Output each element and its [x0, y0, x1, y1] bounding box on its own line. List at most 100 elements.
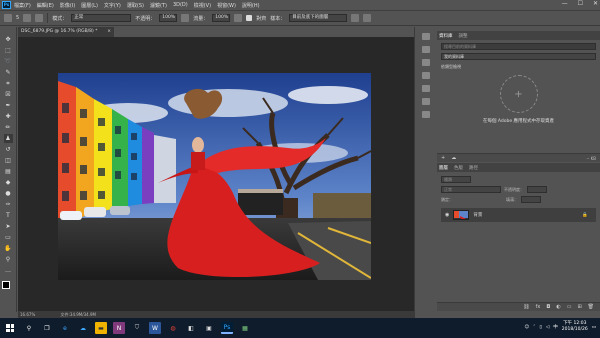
layer-kind-filter[interactable]: 種類: [441, 176, 471, 183]
move-tool-icon[interactable]: ✥: [4, 35, 13, 44]
document-image[interactable]: [58, 73, 371, 280]
brush-tool-icon[interactable]: ✏: [4, 123, 13, 132]
adjustment-layer-icon[interactable]: ◐: [556, 304, 560, 310]
history-brush-tool-icon[interactable]: ↺: [4, 145, 13, 154]
maximize-button[interactable]: ☐: [578, 0, 583, 7]
aligned-checkbox[interactable]: [246, 15, 253, 21]
canvas-area[interactable]: [18, 37, 414, 311]
eyedropper-tool-icon[interactable]: ✒: [4, 101, 13, 110]
healing-brush-tool-icon[interactable]: ✚: [4, 112, 13, 121]
airbrush-icon[interactable]: [234, 14, 243, 22]
ignore-adjustment-icon[interactable]: [351, 14, 360, 22]
dodge-tool-icon[interactable]: ●: [4, 189, 13, 198]
pen-tool-icon[interactable]: ✑: [4, 200, 13, 209]
network-icon[interactable]: ▯: [539, 325, 541, 330]
color-swatches[interactable]: [2, 281, 14, 293]
window-icon[interactable]: ▣: [203, 322, 215, 334]
new-layer-icon[interactable]: ⊞: [577, 304, 581, 310]
new-group-icon[interactable]: ▭: [567, 304, 572, 310]
image-viewer-icon[interactable]: ▦: [239, 322, 251, 334]
app-icon[interactable]: ◧: [185, 322, 197, 334]
library-select[interactable]: 我的資料庫: [441, 53, 596, 60]
zoom-tool-icon[interactable]: ⚲: [4, 255, 13, 264]
layer-opacity-field[interactable]: [527, 186, 547, 193]
lasso-tool-icon[interactable]: ➰: [4, 57, 13, 66]
clone-stamp-tool-icon[interactable]: ♟: [3, 134, 13, 143]
clone-source-icon[interactable]: [35, 14, 44, 22]
brush-size[interactable]: 5: [16, 15, 19, 21]
flow-field[interactable]: 100%: [212, 14, 231, 22]
link-layers-icon[interactable]: ⛓: [523, 304, 529, 310]
minimize-button[interactable]: —: [562, 0, 568, 7]
eraser-tool-icon[interactable]: ◫: [4, 156, 13, 165]
layer-row-background[interactable]: ◉ 背景 🔒: [441, 208, 596, 222]
menu-type[interactable]: 文字(Y): [104, 2, 121, 9]
menu-filter[interactable]: 濾鏡(T): [150, 2, 167, 9]
menu-file[interactable]: 檔案(F): [14, 2, 31, 9]
gradient-tool-icon[interactable]: ▤: [4, 167, 13, 176]
onedrive-icon[interactable]: ☁: [77, 322, 89, 334]
word-icon[interactable]: W: [149, 322, 161, 334]
menu-select[interactable]: 選取(S): [127, 2, 144, 9]
library-search-input[interactable]: 搜尋目前的資料庫: [441, 43, 596, 50]
tab-paths[interactable]: 路徑: [469, 165, 478, 171]
photoshop-taskbar-icon[interactable]: Ps: [221, 322, 233, 334]
clone-stamp-preset-icon[interactable]: [4, 14, 12, 22]
close-document-icon[interactable]: ×: [107, 27, 111, 37]
zoom-level[interactable]: 16.67%: [20, 312, 35, 317]
history-panel-icon[interactable]: [421, 33, 430, 40]
properties-panel-icon[interactable]: [421, 46, 430, 53]
menu-layer[interactable]: 圖層(L): [81, 2, 98, 9]
rectangle-tool-icon[interactable]: ▭: [4, 233, 13, 242]
add-asset-icon[interactable]: +: [499, 75, 538, 113]
volume-icon[interactable]: ◁: [546, 325, 549, 330]
blend-mode-select[interactable]: 正常: [441, 186, 501, 193]
search-icon[interactable]: ⚲: [23, 322, 35, 334]
tab-libraries[interactable]: 資料庫: [439, 33, 453, 39]
windows-start-icon[interactable]: [6, 324, 14, 332]
type-tool-icon[interactable]: T: [4, 211, 13, 220]
more-tools-icon[interactable]: …: [4, 266, 13, 275]
onenote-icon[interactable]: N: [113, 322, 125, 334]
mode-select[interactable]: 正常: [71, 14, 132, 22]
fx-icon[interactable]: fx: [536, 304, 541, 310]
task-view-icon[interactable]: ❐: [41, 322, 53, 334]
menu-window[interactable]: 視窗(W): [217, 2, 236, 9]
add-content-icon[interactable]: +: [441, 155, 445, 161]
quick-select-tool-icon[interactable]: ✎: [4, 68, 13, 77]
menu-edit[interactable]: 編輯(E): [37, 2, 54, 9]
view-by-type-label[interactable]: 依類型檢視: [441, 64, 596, 70]
menu-image[interactable]: 影像(I): [60, 2, 75, 9]
cc-icon[interactable]: ☁: [451, 155, 456, 161]
layer-name[interactable]: 背景: [473, 212, 482, 218]
swatches-panel-icon[interactable]: [421, 72, 430, 79]
blur-tool-icon[interactable]: ◆: [4, 178, 13, 187]
menu-help[interactable]: 說明(H): [242, 2, 260, 9]
chrome-icon[interactable]: ◍: [167, 322, 179, 334]
tab-layers[interactable]: 圖層: [439, 165, 448, 171]
hand-tool-icon[interactable]: ✋: [4, 244, 13, 253]
close-button[interactable]: ✕: [593, 0, 598, 7]
pressure-opacity-icon[interactable]: [181, 14, 190, 22]
people-icon[interactable]: ☺: [524, 325, 529, 330]
brush-settings-icon[interactable]: [23, 14, 32, 22]
path-select-tool-icon[interactable]: ➤: [4, 222, 13, 231]
file-explorer-icon[interactable]: ▬: [95, 322, 107, 334]
opacity-field[interactable]: 100%: [159, 14, 178, 22]
paragraph-panel-icon[interactable]: [421, 98, 430, 105]
document-tab[interactable]: DSC_6879.JPG @ 16.7% (RGB/8) * ×: [18, 27, 114, 37]
color-panel-icon[interactable]: [421, 59, 430, 66]
notifications-icon[interactable]: ▭: [592, 325, 596, 330]
menu-3d[interactable]: 3D(D): [173, 2, 188, 8]
foreground-color-swatch[interactable]: [2, 281, 10, 289]
tab-adjustments[interactable]: 調整: [459, 33, 468, 39]
crop-tool-icon[interactable]: ⌗: [4, 79, 13, 88]
add-mask-icon[interactable]: ◘: [546, 304, 550, 310]
clock[interactable]: 下午 12:03 2018/10/26: [562, 321, 588, 333]
visibility-eye-icon[interactable]: ◉: [445, 212, 449, 218]
tray-chevron-icon[interactable]: ˄: [533, 325, 535, 330]
character-panel-icon[interactable]: [421, 111, 430, 118]
input-language[interactable]: 中: [553, 324, 558, 330]
sample-select[interactable]: 目前及底下的圖層: [289, 14, 348, 22]
marquee-tool-icon[interactable]: ⬚: [4, 46, 13, 55]
